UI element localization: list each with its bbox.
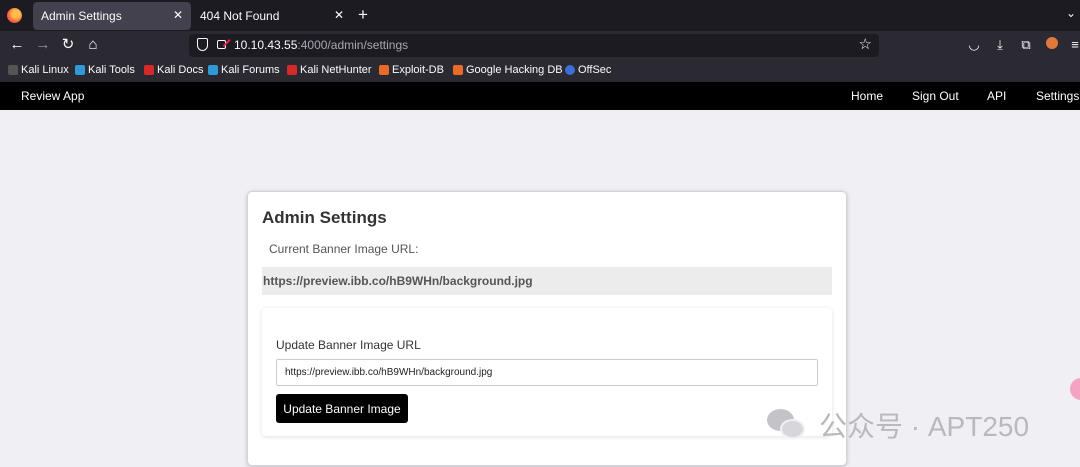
url-text[interactable]: 10.10.43.55:4000/admin/settings <box>234 38 408 52</box>
offsec-icon <box>565 65 575 75</box>
bookmarks-bar: Kali Linux Kali Tools Kali Docs Kali For… <box>0 60 1080 82</box>
bookmark-kali-linux[interactable]: Kali Linux <box>8 64 69 76</box>
reload-icon[interactable]: ↻ <box>58 34 78 56</box>
download-icon[interactable]: ⤓ <box>991 37 1009 53</box>
kali-tools-icon <box>75 65 85 75</box>
bookmark-kali-docs[interactable]: Kali Docs <box>144 64 203 76</box>
banner-url-input[interactable] <box>276 359 818 386</box>
watermark: 公众号 · APT250 <box>767 405 1029 445</box>
foxyproxy-icon[interactable] <box>1043 37 1061 52</box>
shield-icon[interactable] <box>197 38 208 51</box>
wechat-icon <box>767 409 807 441</box>
brand-link[interactable]: Review App <box>21 89 84 103</box>
bookmark-google-hacking-db[interactable]: Google Hacking DB <box>453 64 563 76</box>
pocket-icon[interactable]: ◡ <box>965 37 983 53</box>
update-banner-button[interactable]: Update Banner Image <box>276 394 408 423</box>
bookmark-label: Kali Forums <box>221 64 280 76</box>
bookmark-label: Kali Docs <box>157 64 204 76</box>
bookmark-star-icon[interactable]: ☆ <box>859 35 872 53</box>
update-banner-label: Update Banner Image URL <box>276 338 421 352</box>
nav-settings[interactable]: Settings <box>1036 89 1079 103</box>
tab-404-not-found[interactable]: 404 Not Found ✕ <box>192 2 352 30</box>
chevron-down-icon[interactable]: ⌄ <box>1066 6 1076 20</box>
kali-nethunter-icon <box>287 65 297 75</box>
browser-tab-bar: Admin Settings ✕ 404 Not Found ✕ + ⌄ <box>0 0 1080 31</box>
bookmark-kali-forums[interactable]: Kali Forums <box>208 64 280 76</box>
tab-label: 404 Not Found <box>200 9 280 23</box>
kali-docs-icon <box>144 65 154 75</box>
current-banner-label: Current Banner Image URL: <box>269 242 419 256</box>
exploit-db-icon <box>379 65 389 75</box>
bookmark-kali-nethunter[interactable]: Kali NetHunter <box>287 64 372 76</box>
bookmark-label: Kali Linux <box>21 64 69 76</box>
kali-forums-icon <box>208 65 218 75</box>
nav-api[interactable]: API <box>987 89 1006 103</box>
watermark-text: 公众号 · APT250 <box>819 411 1030 442</box>
insecure-lock-icon[interactable] <box>217 40 226 49</box>
extensions-icon[interactable]: ⧉ <box>1017 37 1035 53</box>
menu-icon[interactable]: ≡ <box>1066 37 1080 52</box>
google-hacking-db-icon <box>453 65 463 75</box>
bookmark-kali-tools[interactable]: Kali Tools <box>75 64 135 76</box>
bookmark-label: Kali Tools <box>88 64 135 76</box>
back-arrow-icon[interactable]: ← <box>7 34 27 56</box>
admin-settings-card: Admin Settings Current Banner Image URL:… <box>247 191 847 466</box>
nav-home[interactable]: Home <box>851 89 883 103</box>
bookmark-label: Google Hacking DB <box>466 64 563 76</box>
bookmark-label: Exploit-DB <box>392 64 444 76</box>
tab-label: Admin Settings <box>41 9 122 23</box>
update-banner-form: Update Banner Image URL Update Banner Im… <box>262 308 832 436</box>
bookmark-label: OffSec <box>578 64 612 76</box>
app-navbar: Review App Home Sign Out API Settings <box>0 82 1080 110</box>
firefox-logo-icon[interactable] <box>7 8 22 23</box>
nav-sign-out[interactable]: Sign Out <box>912 89 959 103</box>
url-host: 10.10.43.55 <box>234 38 298 52</box>
bookmark-offsec[interactable]: OffSec <box>565 64 611 76</box>
bookmark-label: Kali NetHunter <box>300 64 372 76</box>
page-title: Admin Settings <box>262 208 387 227</box>
new-tab-plus-icon[interactable]: + <box>358 5 368 25</box>
floating-bubble-icon[interactable] <box>1070 378 1080 400</box>
close-icon[interactable]: ✕ <box>173 8 183 22</box>
current-banner-url: https://preview.ibb.co/hB9WHn/background… <box>262 267 832 295</box>
url-path: :4000/admin/settings <box>297 38 409 52</box>
home-icon[interactable]: ⌂ <box>83 34 103 56</box>
browser-toolbar: ← → ↻ ⌂ 10.10.43.55:4000/admin/settings … <box>0 31 1080 60</box>
bookmark-exploit-db[interactable]: Exploit-DB <box>379 64 444 76</box>
kali-dragon-icon <box>8 65 18 75</box>
close-icon[interactable]: ✕ <box>334 8 344 22</box>
address-bar[interactable]: 10.10.43.55:4000/admin/settings ☆ <box>189 34 879 57</box>
tab-admin-settings[interactable]: Admin Settings ✕ <box>33 2 191 30</box>
forward-arrow-icon[interactable]: → <box>33 34 53 56</box>
